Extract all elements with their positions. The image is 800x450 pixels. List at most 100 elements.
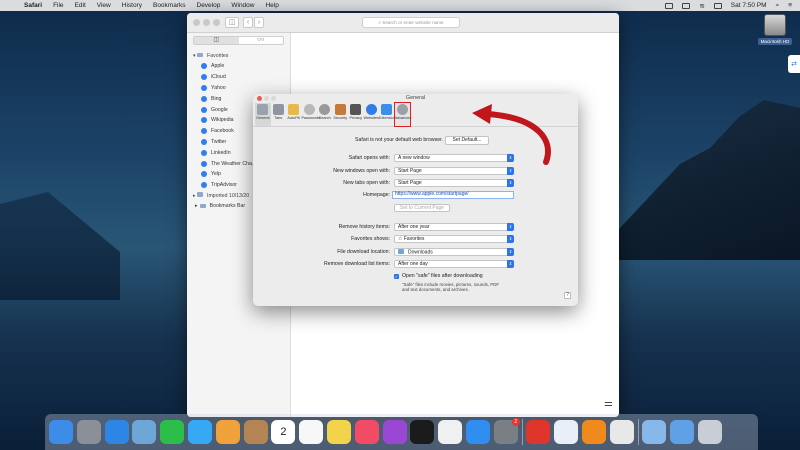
zoom-button[interactable] (213, 19, 220, 26)
dock-finder-icon[interactable] (49, 420, 73, 444)
tab-passwords[interactable]: Passwords (302, 103, 320, 126)
tab-label: Advanced (394, 116, 412, 120)
download-location-select[interactable]: Downloads ⇕ (394, 248, 514, 256)
favorites-header[interactable]: ▾ Favorites (187, 51, 290, 61)
menu-safari[interactable]: Safari (24, 2, 42, 9)
menu-edit[interactable]: Edit (75, 2, 86, 9)
dock-calendar-icon[interactable]: 2 (271, 420, 296, 444)
control-center-icon[interactable]: ≡ (788, 2, 792, 9)
close-button[interactable] (257, 96, 262, 101)
select-value: A new window (398, 155, 430, 162)
favorites-shows-select[interactable]: ☆ Favorites ⇕ (394, 235, 514, 243)
dock-anydesk-icon[interactable] (526, 420, 551, 444)
dock-messages-icon[interactable] (187, 420, 212, 444)
menu-help[interactable]: Help (265, 2, 278, 9)
remove-download-select[interactable]: After one day ⇕ (394, 260, 514, 268)
menu-bookmarks[interactable]: Bookmarks (153, 2, 186, 9)
dock-vlc-icon[interactable] (581, 420, 606, 444)
pointer-arrow (472, 104, 551, 165)
select-value: After one year (398, 224, 430, 231)
tab-extensions[interactable]: Extensions (379, 103, 398, 126)
menu-bar: Safari File Edit View History Bookmarks … (0, 0, 800, 11)
dock-notes-icon[interactable] (326, 420, 351, 444)
close-button[interactable] (193, 19, 200, 26)
tab-label: Websites (363, 116, 380, 120)
remove-download-row: Remove download list items: After one da… (253, 260, 578, 268)
menu-file[interactable]: File (53, 2, 63, 9)
bookmark-item[interactable]: iCloud (187, 72, 290, 83)
globe-icon (201, 63, 207, 70)
help-button[interactable]: ? (564, 292, 571, 299)
search-icon[interactable]: ⌕ (776, 2, 780, 10)
search-icon (319, 104, 331, 115)
dock-app-store-icon[interactable] (465, 420, 490, 444)
dock-preview-icon[interactable] (132, 420, 157, 444)
menu-view[interactable]: View (97, 2, 111, 9)
tab-tabs[interactable]: Tabs (271, 103, 287, 126)
zoom-button[interactable] (271, 96, 276, 101)
menu-window[interactable]: Window (231, 2, 254, 9)
bookmarks-tab[interactable]: ◫ (194, 37, 239, 44)
globe-icon (201, 106, 207, 113)
reading-list-tab[interactable]: ○○ (239, 37, 284, 44)
globe-icon (201, 95, 207, 102)
dock-system-preferences-icon[interactable]: 2 (493, 418, 520, 444)
globe-icon (201, 84, 207, 91)
forward-button[interactable]: › (254, 17, 264, 28)
dock-trash-icon[interactable] (697, 420, 722, 444)
tab-search[interactable]: Search (317, 103, 333, 126)
macintosh-hd-disk[interactable]: Macintosh HD (758, 14, 792, 45)
dock-photos-icon[interactable] (215, 420, 240, 444)
dock-music-icon[interactable] (354, 420, 379, 444)
customize-sliders-icon[interactable]: ⚌ (604, 398, 613, 409)
dock-reminders-icon[interactable] (299, 420, 324, 444)
menu-history[interactable]: History (122, 2, 142, 9)
safe-files-checkbox[interactable]: ✓ (394, 274, 399, 279)
bookmarks-bar-label: Bookmarks Bar (209, 202, 246, 209)
puzzle-icon (381, 104, 393, 115)
minimize-button[interactable] (264, 96, 269, 101)
dock-downloads-icon[interactable] (670, 420, 695, 444)
tab-general[interactable]: General (255, 103, 271, 126)
preferences-title: General (405, 95, 426, 101)
pencil-icon (288, 104, 300, 115)
tab-security[interactable]: Security (333, 103, 349, 126)
dock-teamviewer-icon[interactable] (554, 420, 579, 444)
clock[interactable]: Sat 7:50 PM (731, 2, 767, 9)
disk-label: Macintosh HD (758, 38, 792, 45)
dock-facetime-icon[interactable] (160, 420, 185, 444)
new-tabs-select[interactable]: Start Page ⇕ (394, 179, 514, 187)
set-current-page-button[interactable]: Set to Current Page (394, 204, 450, 212)
chevron-updown-icon: ⇕ (507, 179, 514, 187)
tab-advanced[interactable]: Advanced (393, 102, 412, 127)
dock-safari-icon[interactable] (104, 420, 129, 444)
dock-tv-icon[interactable] (410, 420, 435, 444)
tab-privacy[interactable]: Privacy (348, 103, 364, 126)
sidebar-toggle-button[interactable]: ◫ (225, 17, 239, 28)
homepage-input[interactable]: https://www.apple.com/startpage/ (392, 191, 514, 199)
wifi-icon[interactable]: ≋ (699, 2, 704, 10)
dock-contacts-icon[interactable] (243, 420, 268, 444)
teamviewer-status-icon[interactable] (682, 2, 691, 9)
dock-podcasts-icon[interactable] (382, 420, 407, 444)
tab-autofill[interactable]: AutoFill (286, 103, 302, 126)
dock-news-icon[interactable] (438, 420, 463, 444)
remote-icon[interactable] (665, 2, 674, 9)
dock-chrome-icon[interactable] (609, 420, 634, 444)
teamviewer-side-tab[interactable]: ⇄ (788, 55, 800, 73)
battery-icon[interactable] (713, 2, 722, 9)
remove-history-select[interactable]: After one year ⇕ (394, 223, 514, 231)
address-bar[interactable]: ⌕ Search or enter website name (362, 17, 460, 28)
hand-icon (350, 104, 362, 115)
safe-files-note: "Safe" files include movies, pictures, s… (402, 282, 500, 293)
minimize-button[interactable] (203, 19, 210, 26)
tab-websites[interactable]: Websites (363, 103, 380, 126)
dock-launchpad-icon[interactable] (76, 420, 101, 444)
bookmark-item[interactable]: Yahoo (187, 83, 290, 94)
homepage-row: Homepage: https://www.apple.com/startpag… (253, 191, 578, 199)
menu-develop[interactable]: Develop (197, 2, 221, 9)
bookmark-label: TripAdvisor (211, 182, 238, 189)
dock-folder-icon[interactable] (642, 420, 667, 444)
bookmark-item[interactable]: Apple (187, 61, 290, 72)
back-button[interactable]: ‹ (243, 17, 253, 28)
